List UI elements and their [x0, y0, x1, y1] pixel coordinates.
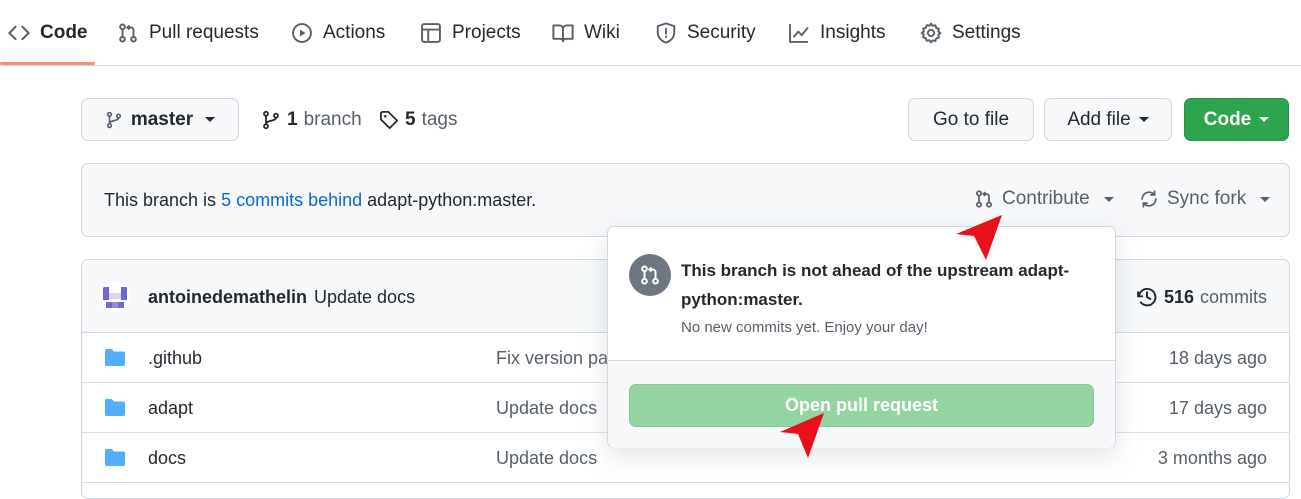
- play-icon: [291, 22, 313, 44]
- tab-projects[interactable]: Projects: [420, 0, 521, 66]
- tab-label: Wiki: [584, 22, 620, 43]
- folder-icon: [104, 348, 126, 367]
- tab-wiki[interactable]: Wiki: [552, 0, 620, 66]
- folder-icon: [104, 398, 126, 417]
- history-icon: [1136, 286, 1158, 308]
- tab-label: Code: [40, 22, 88, 43]
- tab-label: Insights: [820, 22, 886, 43]
- tags-link[interactable]: 5 tags: [379, 98, 458, 141]
- avatar[interactable]: [100, 282, 130, 312]
- book-icon: [552, 22, 574, 44]
- chevron-down-icon: [1138, 117, 1149, 122]
- sync-icon: [1139, 189, 1159, 209]
- file-name[interactable]: .github: [148, 348, 202, 369]
- file-age: 17 days ago: [1168, 398, 1267, 418]
- contribute-button[interactable]: Contribute: [974, 188, 1114, 210]
- sync-fork-button[interactable]: Sync fork: [1139, 188, 1271, 210]
- git-pull-request-icon: [629, 254, 671, 296]
- tab-actions[interactable]: Actions: [291, 0, 385, 66]
- branch-name: master: [130, 108, 194, 130]
- tab-insights[interactable]: Insights: [788, 0, 885, 66]
- contribute-popover: This branch is not ahead of the upstream…: [607, 226, 1116, 448]
- git-branch-icon: [261, 110, 281, 130]
- file-age: 3 months ago: [1157, 448, 1267, 468]
- file-commit-message[interactable]: Update docs: [496, 398, 597, 419]
- tab-code[interactable]: Code: [8, 0, 88, 66]
- popover-title: This branch is not ahead of the upstream…: [681, 261, 1070, 309]
- commit-message[interactable]: Update docs: [314, 287, 415, 308]
- table-icon: [420, 22, 442, 44]
- go-to-file-label: Go to file: [932, 108, 1010, 130]
- commit-word: commits: [1200, 286, 1267, 307]
- graph-icon: [788, 22, 810, 44]
- commit-history-link[interactable]: 516 commits: [1136, 286, 1267, 308]
- code-button-label: Code: [1203, 108, 1252, 130]
- sync-fork-label: Sync fork: [1167, 188, 1247, 209]
- commits-behind-link[interactable]: 5 commits behind: [221, 190, 362, 210]
- chevron-down-icon: [1260, 196, 1271, 202]
- tab-label: Security: [687, 22, 756, 43]
- gear-icon: [920, 22, 942, 44]
- upstream-branch: adapt-python:master.: [367, 190, 537, 210]
- go-to-file-button[interactable]: Go to file: [908, 98, 1034, 141]
- file-name[interactable]: docs: [148, 448, 186, 469]
- chevron-down-icon: [1259, 117, 1270, 122]
- branch-select-button[interactable]: master: [81, 98, 239, 141]
- contribute-label: Contribute: [1002, 188, 1090, 209]
- code-icon: [8, 22, 30, 44]
- tab-label: Projects: [452, 22, 521, 43]
- popover-subtitle: No new commits yet. Enjoy your day!: [681, 319, 928, 336]
- tab-label: Settings: [952, 22, 1021, 43]
- tag-count: 5: [405, 108, 416, 130]
- chevron-down-icon: [1103, 196, 1114, 202]
- fork-status-message: This branch is 5 commits behind adapt-py…: [104, 190, 536, 211]
- file-age: 18 days ago: [1168, 348, 1267, 368]
- branches-link[interactable]: 1 branch: [261, 98, 362, 141]
- fork-status-prefix: This branch is: [104, 190, 217, 210]
- annotation-arrow-icon: [956, 215, 1002, 260]
- add-file-label: Add file: [1067, 108, 1131, 130]
- folder-icon: [104, 448, 126, 467]
- code-button[interactable]: Code: [1184, 98, 1289, 141]
- tag-word: tags: [421, 108, 458, 130]
- commit-count: 516: [1163, 286, 1194, 307]
- repo-nav: Code Pull requests Actions Projects Wiki…: [0, 0, 1301, 66]
- tag-icon: [379, 110, 399, 130]
- branch-word: branch: [303, 108, 362, 130]
- chevron-down-icon: [205, 117, 216, 122]
- branch-count: 1: [287, 108, 298, 130]
- file-commit-message[interactable]: Update docs: [496, 448, 597, 469]
- git-pull-request-icon: [117, 22, 139, 44]
- shield-icon: [655, 22, 677, 44]
- annotation-arrow-icon: [780, 413, 824, 458]
- active-tab-indicator: [0, 62, 95, 65]
- add-file-button[interactable]: Add file: [1044, 98, 1172, 141]
- tab-settings[interactable]: Settings: [920, 0, 1021, 66]
- tab-security[interactable]: Security: [655, 0, 756, 66]
- open-pull-request-button[interactable]: Open pull request: [629, 384, 1094, 427]
- tab-label: Pull requests: [149, 22, 259, 43]
- git-branch-icon: [105, 111, 123, 129]
- git-pull-request-icon: [974, 189, 994, 209]
- tab-label: Actions: [323, 22, 386, 43]
- file-name[interactable]: adapt: [148, 398, 193, 419]
- file-commit-message[interactable]: Fix version pa: [496, 348, 608, 369]
- tab-pull-requests[interactable]: Pull requests: [117, 0, 259, 66]
- commit-author[interactable]: antoinedemathelin: [148, 287, 307, 308]
- popover-footer: Open pull request: [608, 360, 1115, 448]
